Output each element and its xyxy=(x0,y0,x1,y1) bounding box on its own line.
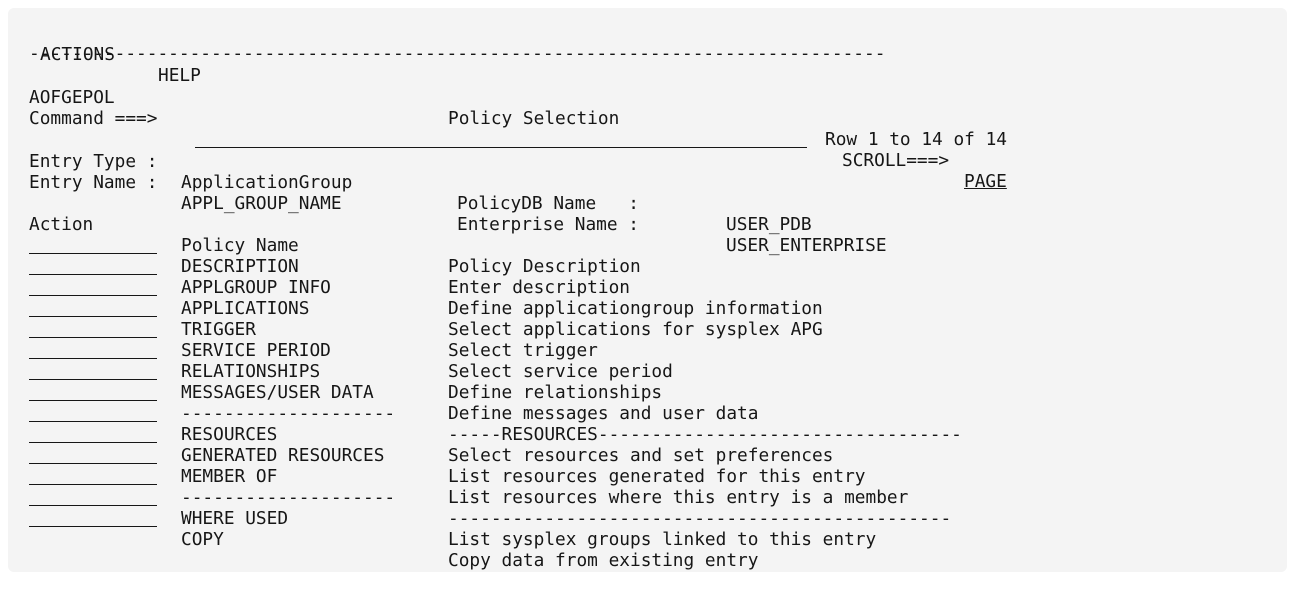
entry-type-value: ApplicationGroup xyxy=(181,172,353,193)
table-header: Action Policy Name Policy Description xyxy=(29,193,1029,277)
panel-header: AOFGEPOL Policy Selection Row 1 to 14 of… xyxy=(29,66,1019,150)
policy-description: Copy data from existing entry xyxy=(448,550,759,571)
policy-description: List sysplex groups linked to this entry xyxy=(448,529,877,550)
policy-name[interactable]: WHERE USED xyxy=(181,508,288,529)
action-input[interactable] xyxy=(29,508,157,527)
scroll-amount-field[interactable]: PAGE xyxy=(964,171,1007,192)
table-row: RELATIONSHIPS Define relationships xyxy=(29,319,1029,403)
command-label: Command ===> xyxy=(29,108,158,129)
entry-name-label: Entry Name : xyxy=(29,172,158,193)
menu-divider: ----------------------------------------… xyxy=(29,43,886,64)
policy-name[interactable]: COPY xyxy=(181,529,224,550)
table-row: RESOURCES Select resources and set prefe… xyxy=(29,382,1029,466)
table-row: COPY Copy data from existing entry xyxy=(29,487,1029,571)
table-row: WHERE USED List sysplex groups linked to… xyxy=(29,466,1029,550)
terminal-screen: ACTIONS HELP ---------------------------… xyxy=(8,8,1287,572)
entry-info-row-2: Entry Name : APPL_GROUP_NAME Enterprise … xyxy=(29,151,1029,256)
table-row: APPLGROUP INFO Define applicationgroup i… xyxy=(29,235,1029,319)
separator-line: ----------------------------------------… xyxy=(448,508,952,529)
command-line: Command ===> SCROLL===> PAGE xyxy=(29,87,1039,192)
table-row: MEMBER OF List resources where this entr… xyxy=(29,424,1029,508)
table-row: GENERATED RESOURCES List resources gener… xyxy=(29,403,1029,487)
table-row: TRIGGER Select trigger xyxy=(29,277,1029,361)
table-row: APPLICATIONS Select applications for sys… xyxy=(29,256,1029,340)
menu-bar: ACTIONS HELP xyxy=(29,23,201,86)
page-title: Policy Selection xyxy=(448,108,620,129)
table-row: DESCRIPTION Enter description xyxy=(29,214,1029,298)
table-row-separator: -------------------- -----RESOURCES-----… xyxy=(29,361,1029,445)
table-row: MESSAGES/USER DATA Define messages and u… xyxy=(29,340,1029,424)
entry-info-row-1: Entry Type : ApplicationGroup PolicyDB N… xyxy=(29,130,1029,235)
table-row: SERVICE PERIOD Select service period xyxy=(29,298,1029,382)
table-row-separator: -------------------- -------------------… xyxy=(29,445,1029,529)
